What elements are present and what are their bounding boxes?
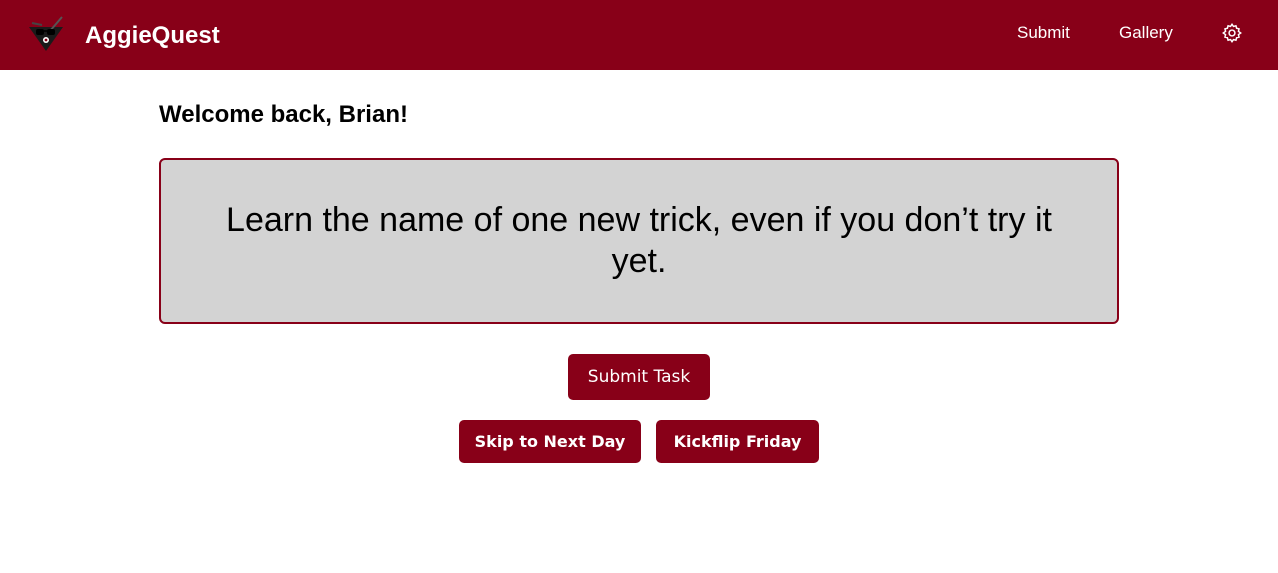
kickflip-friday-button[interactable]: Kickflip Friday (656, 420, 819, 463)
aggie-logo-icon[interactable] (26, 15, 66, 55)
top-navbar: AggieQuest Submit Gallery (0, 0, 1278, 70)
gear-icon[interactable] (1221, 22, 1243, 44)
welcome-heading: Welcome back, Brian! (159, 101, 408, 128)
nav-submit-link[interactable]: Submit (1017, 23, 1070, 43)
skip-next-day-button[interactable]: Skip to Next Day (459, 420, 641, 463)
daily-task-card: Learn the name of one new trick, even if… (159, 158, 1119, 324)
app-title[interactable]: AggieQuest (85, 21, 220, 51)
nav-gallery-link[interactable]: Gallery (1119, 23, 1173, 43)
daily-task-text: Learn the name of one new trick, even if… (226, 201, 1052, 280)
submit-task-button[interactable]: Submit Task (568, 354, 710, 400)
